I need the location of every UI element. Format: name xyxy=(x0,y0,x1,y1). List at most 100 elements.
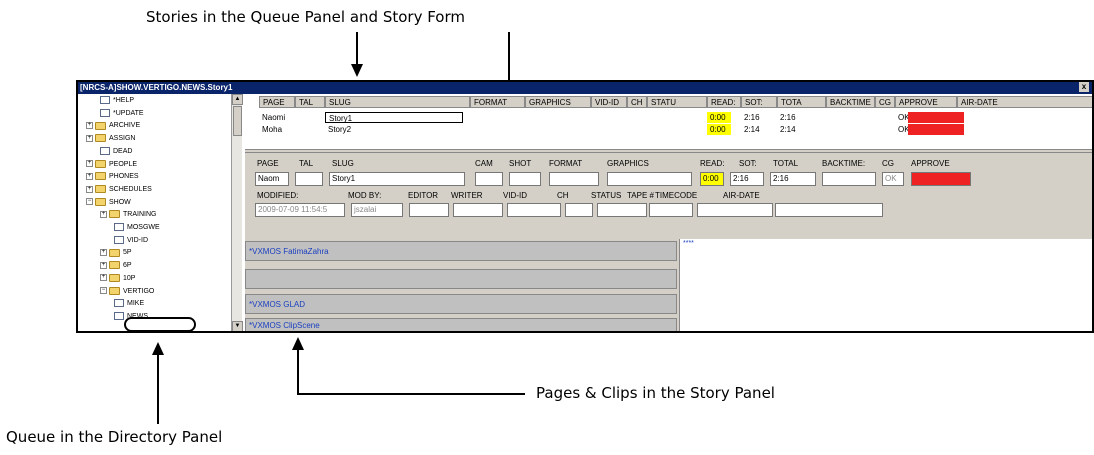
tree-item-label: 6P xyxy=(123,262,132,270)
vidid-field[interactable] xyxy=(507,203,561,217)
writer-field[interactable] xyxy=(453,203,503,217)
tree-item[interactable]: +6P xyxy=(100,261,132,271)
tree-item[interactable]: + TRAINING xyxy=(100,210,156,220)
window-titlebar: [NRCS-A]SHOW.VERTIGO.NEWS.Story1 x xyxy=(78,82,1092,94)
tree-item[interactable]: + SCHEDULES xyxy=(86,185,152,195)
tree-item-label: *UPDATE xyxy=(113,109,144,117)
arrow-up-directory xyxy=(152,342,164,355)
queue-cell-sot[interactable]: 2:14 xyxy=(741,124,771,135)
format-field[interactable] xyxy=(549,172,599,186)
expand-icon[interactable]: + xyxy=(100,261,107,269)
queue-cell-slug[interactable]: Story1 xyxy=(325,112,463,123)
tree-item-label: SCHEDULES xyxy=(109,185,152,193)
directory-scrollbar[interactable]: ▲ ▼ xyxy=(231,94,243,331)
tree-item[interactable]: MOSGWE xyxy=(114,223,160,233)
slug-field[interactable]: Story1 xyxy=(329,172,465,186)
close-icon[interactable]: x xyxy=(1079,82,1089,92)
story-text-marker: **** xyxy=(683,240,694,247)
mos-page-2[interactable] xyxy=(245,269,677,289)
status-field[interactable] xyxy=(597,203,647,217)
expand-icon[interactable]: + xyxy=(100,274,107,282)
editor-field[interactable] xyxy=(409,203,449,217)
scroll-up-icon[interactable]: ▲ xyxy=(232,94,243,105)
tree-item[interactable]: +10P xyxy=(100,273,135,284)
expand-icon[interactable]: − xyxy=(100,287,107,295)
queue-column-header[interactable]: CG xyxy=(875,96,895,108)
queue-column-header[interactable]: FORMAT xyxy=(470,96,525,108)
mos-page-3[interactable]: *VXMOS GLAD xyxy=(245,294,677,314)
scroll-thumb[interactable] xyxy=(233,106,242,136)
total-field[interactable]: 2:16 xyxy=(770,172,816,186)
expand-icon[interactable]: + xyxy=(86,134,93,142)
tree-item[interactable]: + ASSIGN xyxy=(86,134,135,144)
tree-item[interactable]: DEAD xyxy=(100,146,132,157)
queue-column-header[interactable]: TOTA xyxy=(777,96,826,108)
tree-item[interactable]: +5P xyxy=(100,248,132,258)
queue-column-header[interactable]: PAGE xyxy=(259,96,295,108)
news-queue-highlight xyxy=(124,317,196,331)
expand-icon[interactable]: + xyxy=(100,210,107,218)
queue-cell-page[interactable]: Naomi xyxy=(259,112,309,123)
mos-page-1[interactable]: *VXMOS FatimaZahra xyxy=(245,241,677,261)
queue-icon xyxy=(114,299,124,308)
modby-field[interactable]: jszalai xyxy=(351,203,403,217)
tree-item-label: TRAINING xyxy=(123,211,157,219)
graphics-field[interactable] xyxy=(607,172,692,186)
queue-column-header[interactable]: BACKTIME xyxy=(826,96,875,108)
queue-cell-sot[interactable]: 2:16 xyxy=(741,112,771,123)
approve-indicator[interactable] xyxy=(908,124,964,135)
queue-cell-slug[interactable]: Story2 xyxy=(325,124,463,135)
queue-column-header[interactable]: GRAPHICS xyxy=(525,96,591,108)
expand-icon[interactable]: − xyxy=(86,198,93,206)
expand-icon[interactable]: + xyxy=(86,122,93,130)
tal-field[interactable] xyxy=(295,172,323,186)
tree-item[interactable]: − VERTIGO xyxy=(100,286,154,297)
approve-field[interactable] xyxy=(911,172,971,186)
tree-item[interactable]: MIKE xyxy=(114,299,144,309)
queue-column-header[interactable]: SLUG xyxy=(325,96,470,108)
queue-cell-total[interactable]: 2:16 xyxy=(777,112,817,123)
backtime-field[interactable] xyxy=(822,172,876,186)
queue-cell-read[interactable]: 0:00 xyxy=(707,124,731,135)
queue-column-header[interactable]: CH xyxy=(627,96,647,108)
shot-field[interactable] xyxy=(509,172,541,186)
expand-icon[interactable]: + xyxy=(100,249,107,257)
tree-item[interactable]: + PHONES xyxy=(86,172,139,182)
read-field[interactable]: 0:00 xyxy=(700,172,724,186)
queue-cell-total[interactable]: 2:14 xyxy=(777,124,817,135)
modified-field[interactable]: 2009-07-09 11:54:5 xyxy=(255,203,345,217)
queue-column-header[interactable]: SOT: xyxy=(741,96,777,108)
expand-icon[interactable]: + xyxy=(86,185,93,193)
queue-column-header[interactable]: VID-ID xyxy=(591,96,627,108)
tree-item[interactable]: VID-ID xyxy=(114,235,148,246)
queue-column-header[interactable]: STATU xyxy=(647,96,707,108)
mos-page-4[interactable]: *VXMOS ClipScene xyxy=(245,318,677,331)
sot-field[interactable]: 2:16 xyxy=(730,172,764,186)
page-field[interactable]: Naom xyxy=(255,172,289,186)
approve-indicator[interactable] xyxy=(908,112,964,123)
story-text-area[interactable]: **** xyxy=(679,239,1092,331)
queue-cell-page[interactable]: Moha xyxy=(259,124,309,135)
expand-icon[interactable]: + xyxy=(86,172,93,180)
expand-icon[interactable]: + xyxy=(86,160,93,168)
tape-field[interactable] xyxy=(649,203,693,217)
tree-item[interactable]: + ARCHIVE xyxy=(86,121,140,131)
form-label: MOD BY: xyxy=(348,191,382,200)
queue-column-header[interactable]: TAL xyxy=(295,96,325,108)
queue-column-header[interactable]: APPROVE xyxy=(895,96,957,108)
timecode-field[interactable] xyxy=(697,203,773,217)
cg-field[interactable]: OK xyxy=(882,172,904,186)
tree-item-label: SHOW xyxy=(109,198,131,206)
ch-field[interactable] xyxy=(565,203,593,217)
tree-item[interactable]: + PEOPLE xyxy=(86,159,137,170)
tree-item[interactable]: *HELP xyxy=(100,96,134,106)
airdate-field[interactable] xyxy=(775,203,883,217)
queue-column-header[interactable]: READ: xyxy=(707,96,741,108)
tree-item[interactable]: *UPDATE xyxy=(100,108,144,119)
tree-item[interactable]: − SHOW xyxy=(86,197,131,208)
scroll-down-icon[interactable]: ▼ xyxy=(232,321,243,331)
cam-field[interactable] xyxy=(475,172,503,186)
queue-cell-read[interactable]: 0:00 xyxy=(707,112,731,123)
form-label: WRITER xyxy=(451,191,483,200)
queue-column-header[interactable]: AIR-DATE xyxy=(957,96,1092,108)
